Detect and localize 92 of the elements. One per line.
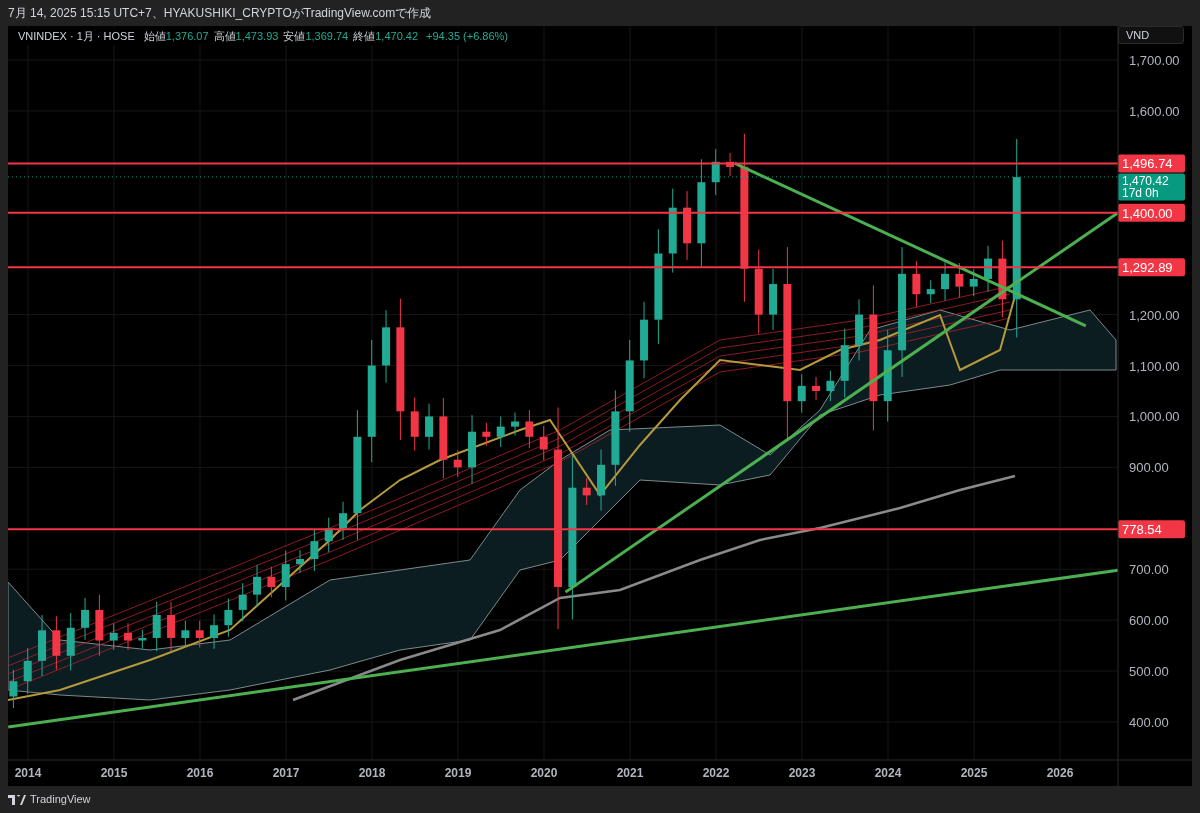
- candlestick: [339, 501, 348, 541]
- price-tag: 1,400.00: [1118, 203, 1185, 222]
- candlestick: [969, 268, 978, 297]
- candlestick: [597, 449, 606, 512]
- last-price-tag: 1,470.42 17d 0h: [1118, 173, 1185, 201]
- price-tag: 1,292.89: [1118, 258, 1185, 277]
- candlestick: [253, 564, 262, 608]
- time-axis-label: 2026: [1046, 766, 1074, 780]
- candlestick: [95, 594, 104, 657]
- candlestick: [726, 152, 735, 177]
- candlestick: [52, 615, 61, 671]
- price-axis-label: 500.00: [1129, 664, 1169, 680]
- time-axis-label: 2016: [186, 766, 214, 780]
- price-axis-label: 1,100.00: [1129, 358, 1180, 374]
- candlestick: [238, 582, 247, 622]
- logo-icon: [8, 794, 26, 805]
- candlestick: [955, 262, 964, 298]
- candlestick: [410, 396, 419, 452]
- ohlc-label: 始値: [143, 29, 166, 44]
- ohlc-value: 1,473.93: [235, 29, 279, 44]
- candlestick: [855, 298, 864, 361]
- candlestick: [281, 550, 290, 601]
- brand-name: TradingView: [30, 792, 91, 808]
- price-tag: 778.54: [1118, 520, 1185, 539]
- ohlc-label: 終値: [353, 29, 376, 44]
- time-axis-label: 2019: [444, 766, 472, 780]
- candlestick: [683, 190, 692, 261]
- ohlc-label: 安値: [283, 29, 306, 44]
- time-axis-label: 2025: [960, 766, 988, 780]
- time-axis-label: 2024: [874, 766, 902, 780]
- candlestick: [81, 597, 90, 641]
- time-axis-label: 2021: [616, 766, 644, 780]
- candlestick: [468, 414, 477, 485]
- candlestick: [769, 268, 778, 331]
- time-axis-label: 2017: [272, 766, 300, 780]
- candlestick: [124, 622, 133, 651]
- price-axis-label: 400.00: [1129, 714, 1169, 730]
- ohlc-value: 1,369.74: [305, 29, 349, 44]
- time-axis-label: 2023: [788, 766, 816, 780]
- candlestick: [941, 261, 950, 302]
- candlestick: [840, 328, 849, 398]
- candlestick: [181, 620, 190, 648]
- candlestick: [296, 549, 305, 574]
- ohlc-value: 1,470.42: [375, 29, 419, 44]
- time-axis-label: 2020: [530, 766, 558, 780]
- candlestick: [496, 415, 505, 448]
- price-axis-label: 1,600.00: [1129, 103, 1180, 119]
- candlestick: [711, 148, 720, 196]
- price-axis-label: 1,200.00: [1129, 307, 1180, 323]
- candlestick: [167, 601, 176, 652]
- candlestick: [210, 613, 219, 650]
- price-change: +94.35 (+6.86%): [426, 29, 508, 44]
- candlestick: [195, 620, 204, 648]
- candlestick: [66, 612, 75, 671]
- price-axis-label: 1,000.00: [1129, 409, 1180, 425]
- candlestick: [425, 403, 434, 451]
- candlestick: [525, 409, 534, 449]
- symbol-label: VNINDEX · 1月 · HOSE: [18, 29, 135, 44]
- price-axis-label: 700.00: [1129, 562, 1169, 578]
- candlestick: [224, 598, 233, 638]
- candlestick: [797, 373, 806, 414]
- currency-button[interactable]: VND: [1118, 26, 1184, 44]
- candlestick: [138, 629, 147, 650]
- candlestick: [109, 622, 118, 651]
- time-axis-label: 2018: [358, 766, 386, 780]
- time-axis-label: 2015: [100, 766, 128, 780]
- price-axis-label: 1,700.00: [1129, 53, 1180, 68]
- candlestick: [9, 669, 18, 709]
- candlestick: [812, 376, 821, 401]
- candlestick: [152, 601, 161, 652]
- price-tag: 1,496.74: [1118, 154, 1185, 173]
- candlestick: [511, 412, 520, 437]
- price-axis-label: 600.00: [1129, 613, 1169, 629]
- candlestick: [23, 647, 32, 695]
- ohlc-label: 高値: [213, 29, 236, 44]
- candlestick: [912, 260, 921, 308]
- candlestick: [453, 449, 462, 478]
- candlestick: [826, 370, 835, 402]
- candlestick: [38, 614, 47, 677]
- time-axis-label: 2014: [14, 766, 42, 780]
- time-axis-label: 2022: [702, 766, 730, 780]
- ohlc-value: 1,376.07: [165, 29, 209, 44]
- price-axis-label: 900.00: [1129, 460, 1169, 476]
- candlestick: [310, 528, 319, 572]
- candlestick: [482, 422, 491, 447]
- chart-caption: 7月 14, 2025 15:15 UTC+7、HYAKUSHIKI_CRYPTOがTradingView.comで作成: [8, 5, 432, 22]
- candlestick: [539, 425, 548, 461]
- candlestick: [926, 279, 935, 304]
- candlestick: [582, 477, 591, 506]
- candlestick: [984, 245, 993, 293]
- candlestick: [267, 566, 276, 598]
- candlestick: [324, 517, 333, 553]
